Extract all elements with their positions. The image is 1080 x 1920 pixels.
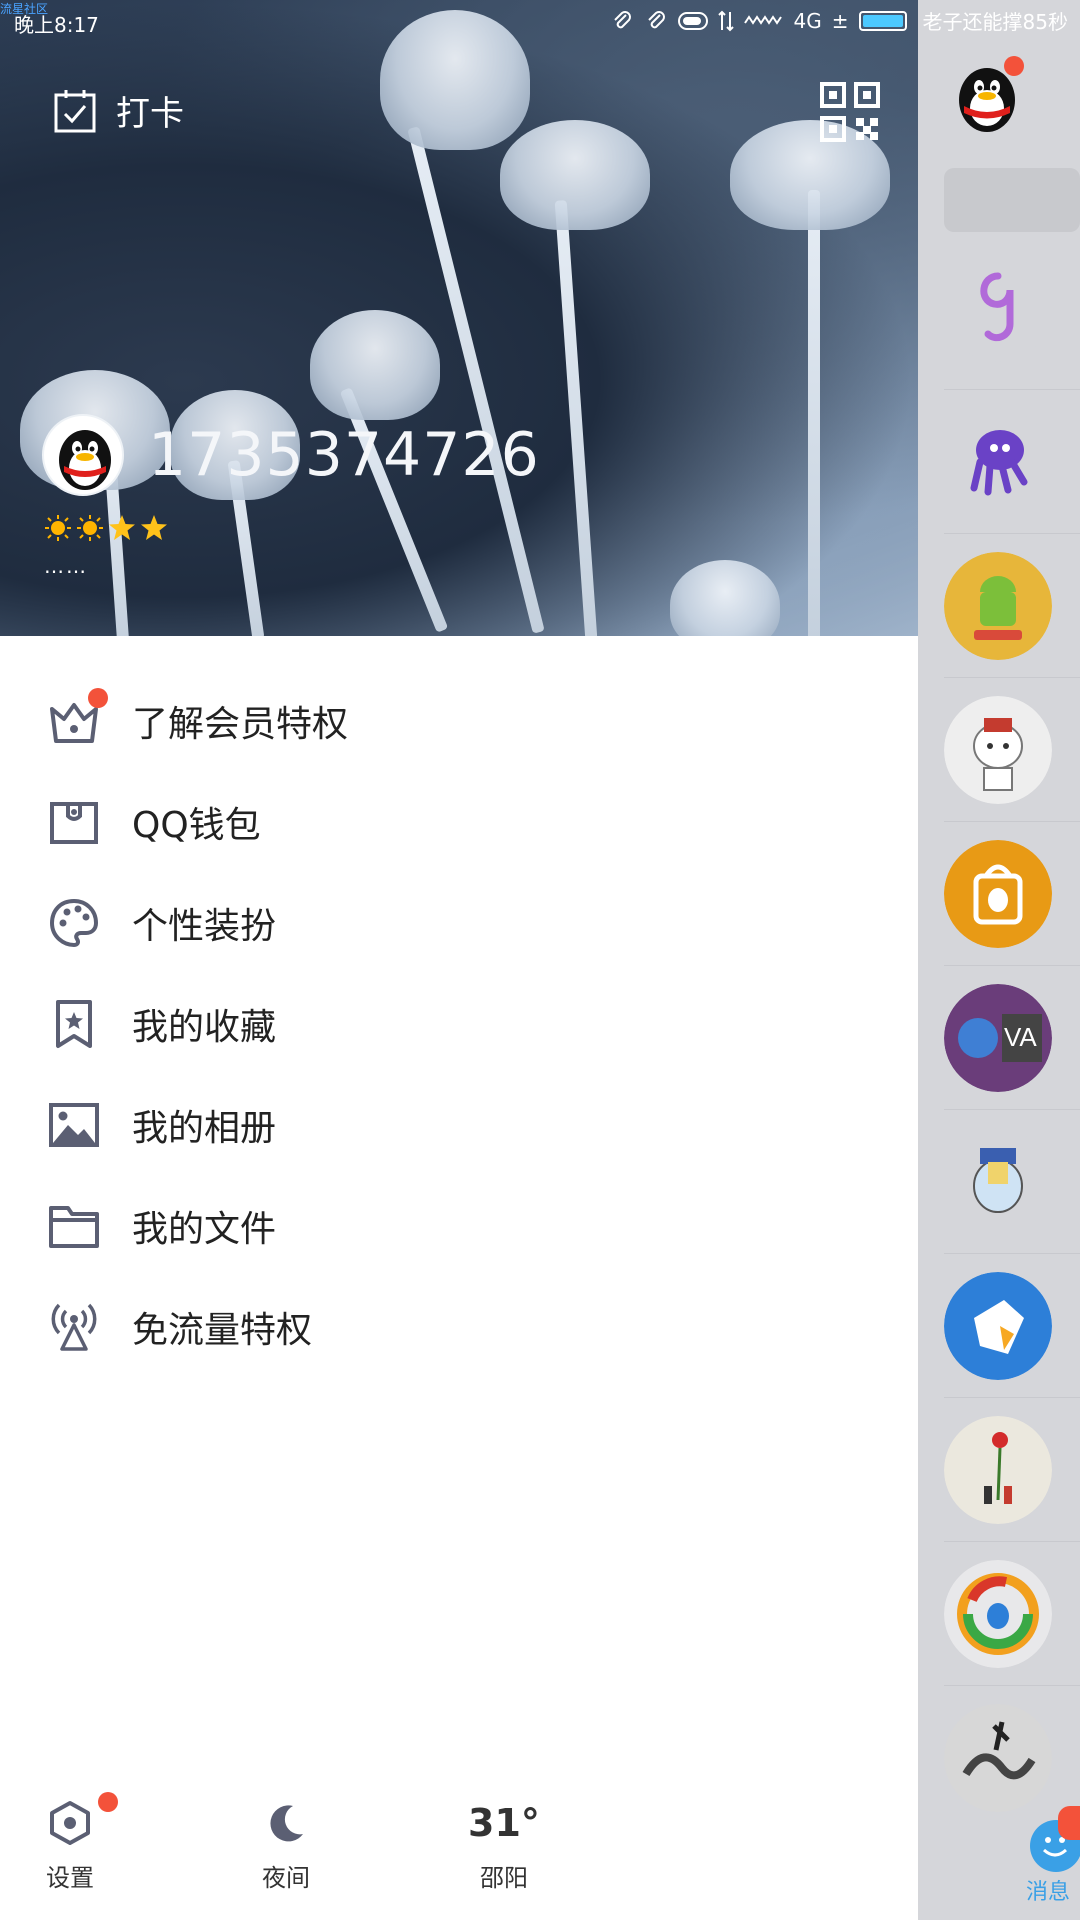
conversation-row[interactable] [944,822,1080,966]
star-level-icon [109,515,135,540]
drawer-menu: 了解会员特权 QQ钱包 个性装扮 我的收藏 我的相册 我的文件 免流量特权 [0,670,918,1377]
calligraphy-avatar [944,1704,1052,1812]
personal-signature[interactable]: …… [44,554,88,578]
star-level-icon [141,515,167,540]
moon-icon [270,1805,303,1842]
calendar-check-icon [54,89,96,132]
octopus-avatar [944,408,1052,516]
svg-text:VA: VA [1004,1022,1037,1052]
nine-logo-avatar [944,254,1052,362]
qq-browser-avatar [944,1560,1052,1668]
notification-dot [98,1792,118,1812]
antenna-icon [51,1303,97,1351]
battery-icon [858,10,907,31]
menu-item-label: 我的文件 [132,1208,277,1250]
menu-item-vip-privileges[interactable]: 了解会员特权 [0,670,918,771]
toggle-icon [677,11,708,30]
checkin-label: 打卡 [116,94,184,134]
qq-bag-avatar [944,840,1052,948]
user-avatar[interactable] [42,414,124,496]
network-type: 4G [793,8,822,33]
image-icon [49,1102,99,1147]
menu-item-qq-wallet[interactable]: QQ钱包 [0,771,918,872]
weather-temperature: 31° [468,1801,540,1845]
own-avatar[interactable] [946,56,1028,138]
conversation-row[interactable] [944,1542,1080,1686]
battery-text: 老子还能撑85秒 [922,10,1068,34]
tab-messages-label: 消息 [1025,1880,1070,1905]
sun-level-icon [45,515,71,541]
menu-item-label: 免流量特权 [132,1309,313,1351]
search-box[interactable] [944,168,1080,232]
menu-item-albums[interactable]: 我的相册 [0,1074,918,1175]
qq-number: 1735374726 [148,420,540,490]
weather-city: 邵阳 [480,1864,528,1892]
bookmark-star-icon [56,999,92,1048]
wallet-icon [50,801,98,844]
qq-level-badges[interactable] [44,514,168,542]
game-avatar: VA [944,984,1052,1092]
data-arrows-icon [717,10,734,31]
menu-item-favorites[interactable]: 我的收藏 [0,973,918,1074]
conversation-row[interactable] [944,1398,1080,1542]
app-store-avatar [944,1272,1052,1380]
conversation-row[interactable] [944,390,1080,534]
settings-button[interactable]: 设置 [10,1792,130,1893]
plus-minus-indicator: ± [831,8,849,33]
settings-label: 设置 [46,1864,94,1892]
sun-level-icon [77,515,103,541]
drawer-bottom-bar: 设置 夜间 31° 邵阳 [0,1790,918,1920]
menu-item-files[interactable]: 我的文件 [0,1175,918,1276]
palette-icon [49,898,99,947]
paperclip-icon [647,10,665,28]
notification-dot [1058,1806,1080,1840]
conversation-row[interactable]: VA [944,966,1080,1110]
menu-item-label: 了解会员特权 [132,703,349,745]
side-drawer: 打卡 1735374726 …… 了解会员特权 QQ钱包 个性装扮 我的收藏 我… [0,0,918,1920]
checkin-button[interactable]: 打卡 [54,86,184,135]
folder-icon [49,1205,99,1248]
tab-messages[interactable]: 消息 [918,1806,1080,1920]
night-mode-button[interactable]: 夜间 [226,1800,346,1893]
cartoon-zombie-avatar [944,1128,1052,1236]
notification-dot [88,688,108,708]
menu-item-personalize[interactable]: 个性装扮 [0,872,918,973]
menu-item-label: QQ钱包 [132,804,261,846]
profile-header-background: 打卡 1735374726 …… [0,0,918,636]
settings-hexagon-icon [50,1801,90,1845]
rose-couple-avatar [944,1416,1052,1524]
menu-item-free-data[interactable]: 免流量特权 [0,1276,918,1377]
menu-item-label: 个性装扮 [132,905,277,947]
notification-dot [1004,56,1024,76]
android-avatar [944,552,1052,660]
conversation-list-peek[interactable]: VA 消息 [918,0,1080,1920]
qr-code-icon[interactable] [820,82,880,142]
conversation-row[interactable] [944,1110,1080,1254]
mitu-bunny-avatar [944,696,1052,804]
conversation-row[interactable] [944,534,1080,678]
menu-item-label: 我的相册 [132,1107,277,1149]
menu-item-label: 我的收藏 [132,1006,277,1048]
conversation-row[interactable] [944,1254,1080,1398]
night-mode-label: 夜间 [262,1864,310,1892]
conversation-row[interactable] [944,678,1080,822]
status-time: 晚上8:17 [14,13,99,37]
conversation-row[interactable] [944,234,1080,390]
weather-widget[interactable]: 31° 邵阳 [444,1800,564,1893]
paperclip-icon [613,10,631,28]
signal-wave-icon [743,14,782,25]
status-bar: 流星社区 晚上8:17 4G ± 老子还能撑85秒 [0,0,1080,42]
